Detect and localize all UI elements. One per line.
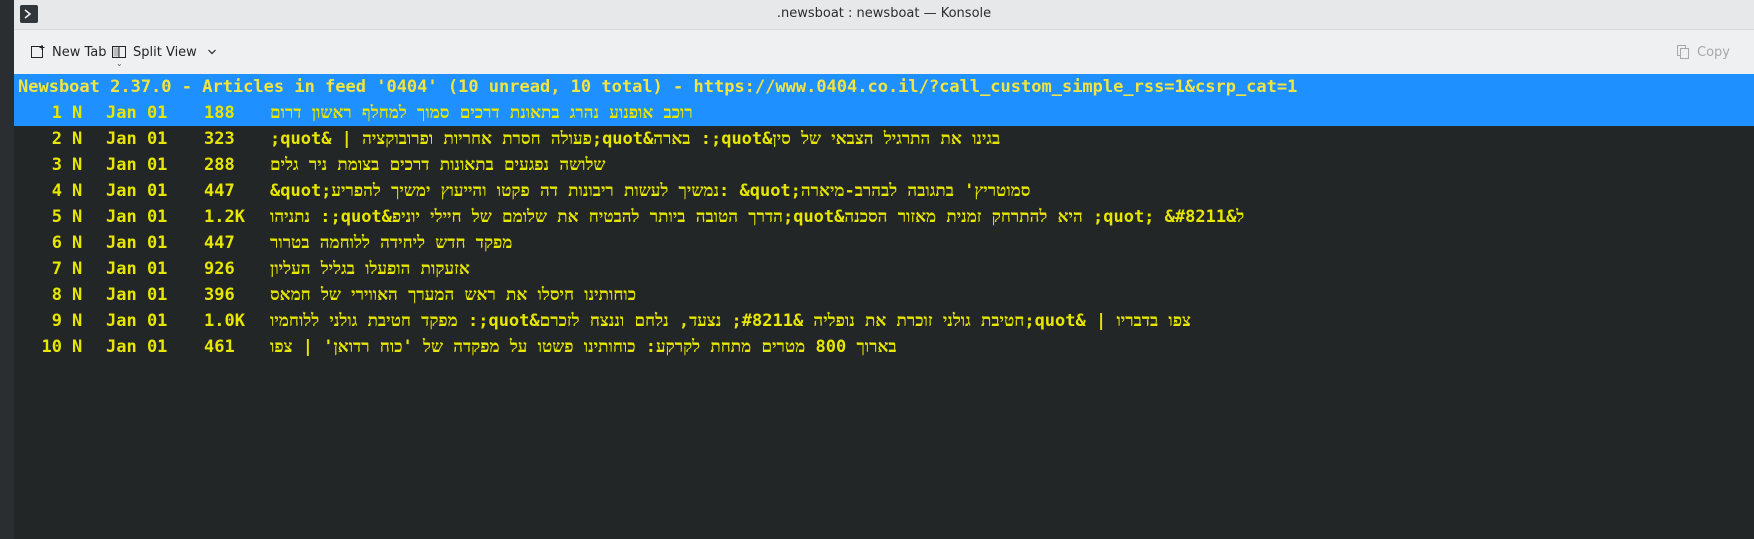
article-size: 926 — [204, 259, 235, 279]
chevron-down-icon[interactable] — [207, 47, 217, 57]
article-size: 188 — [204, 103, 235, 123]
article-title: בגינו את התרגיל הצבאי של סין&quot;: בארה… — [270, 129, 1001, 149]
article-title: &quot;נמשיך לעשות ריבונות דה פקטו והייעו… — [270, 181, 1031, 201]
copy-icon — [1675, 44, 1691, 60]
unread-flag: N — [72, 103, 83, 123]
split-view-icon — [111, 44, 127, 60]
article-date: Jan 01 — [106, 259, 168, 279]
article-title: שלושה נפגעים בתאונות דרכים בצומת ניר גלי… — [270, 155, 606, 175]
unread-flag: N — [72, 337, 83, 357]
article-date: Jan 01 — [106, 207, 168, 227]
split-view-button[interactable]: Split View — [111, 40, 217, 64]
article-row[interactable]: 9 N Jan 01 1.0K צפו בדבריו | &quot;חטיבת גול… — [14, 308, 1754, 334]
article-row[interactable]: 7 N Jan 01 926 אזעקות הופעלו בגליל העליון — [14, 256, 1754, 282]
article-index: 2 — [51, 129, 62, 149]
left-panel-strip — [0, 0, 14, 539]
feed-header: Newsboat 2.37.0 - Articles in feed '0404… — [14, 74, 1754, 100]
unread-flag: N — [72, 233, 83, 253]
article-row[interactable]: 5 N Jan 01 1.2K ל&quot; &#8211; היא להתרחק ז… — [14, 204, 1754, 230]
article-title: אזעקות הופעלו בגליל העליון — [270, 259, 470, 279]
article-index: 10 — [41, 337, 62, 357]
article-date: Jan 01 — [106, 285, 168, 305]
article-title: צפו בדבריו | &quot;חטיבת גולני זוכרת את … — [270, 311, 1191, 331]
article-date: Jan 01 — [106, 233, 168, 253]
article-title: כוחותינו חיסלו את ראש המערך האווירי של ח… — [270, 285, 637, 305]
article-index: 1 — [51, 103, 62, 123]
toolbar: New Tab ⌄ Split View Copy — [14, 30, 1754, 74]
article-date: Jan 01 — [106, 337, 168, 357]
article-title: בארוך 800 מטרים מתחת לקרקע: כוחותינו פשט… — [270, 337, 897, 357]
article-row[interactable]: 6 N Jan 01 447 מפקד חדש ליחידה ללוחמה בטרור — [14, 230, 1754, 256]
unread-flag: N — [72, 207, 83, 227]
article-size: 323 — [204, 129, 235, 149]
split-view-label: Split View — [133, 44, 197, 60]
article-index: 3 — [51, 155, 62, 175]
window-title: .newsboat : newsboat — Konsole — [776, 6, 992, 21]
article-size: 447 — [204, 181, 235, 201]
article-date: Jan 01 — [106, 155, 168, 175]
article-size: 447 — [204, 233, 235, 253]
article-index: 6 — [51, 233, 62, 253]
article-size: 1.2K — [204, 207, 245, 227]
article-index: 8 — [51, 285, 62, 305]
new-tab-button[interactable]: New Tab — [30, 40, 107, 64]
article-row[interactable]: 1 N Jan 01 188 רוכב אופנוע נהרג בתאונת דרכים… — [14, 100, 1754, 126]
title-bar[interactable]: .newsboat : newsboat — Konsole — [14, 0, 1754, 30]
article-size: 1.0K — [204, 311, 245, 331]
article-index: 7 — [51, 259, 62, 279]
konsole-window: .newsboat : newsboat — Konsole New Tab ⌄… — [0, 0, 1754, 539]
unread-flag: N — [72, 259, 83, 279]
article-size: 288 — [204, 155, 235, 175]
article-row[interactable]: 3 N Jan 01 288 שלושה נפגעים בתאונות דרכים בצ… — [14, 152, 1754, 178]
article-title: רוכב אופנוע נהרג בתאונת דרכים סמוך למחלף… — [270, 103, 693, 123]
article-row[interactable]: 10 N Jan 01 461 בארוך 800 מטרים מתחת לקרקע: … — [14, 334, 1754, 360]
article-size: 461 — [204, 337, 235, 357]
unread-flag: N — [72, 311, 83, 331]
article-date: Jan 01 — [106, 181, 168, 201]
unread-flag: N — [72, 285, 83, 305]
unread-flag: N — [72, 129, 83, 149]
copy-label: Copy — [1697, 44, 1730, 60]
article-row[interactable]: 2 N Jan 01 323 בגינו את התרגיל הצבאי של סין&… — [14, 126, 1754, 152]
new-tab-icon — [30, 44, 46, 60]
article-size: 396 — [204, 285, 235, 305]
article-row[interactable]: 4 N Jan 01 447 &quot;נמשיך לעשות ריבונות דה … — [14, 178, 1754, 204]
copy-button[interactable]: Copy — [1675, 40, 1730, 64]
article-index: 9 — [51, 311, 62, 331]
article-date: Jan 01 — [106, 103, 168, 123]
unread-flag: N — [72, 155, 83, 175]
article-index: 4 — [51, 181, 62, 201]
article-date: Jan 01 — [106, 311, 168, 331]
terminal-area[interactable]: Newsboat 2.37.0 - Articles in feed '0404… — [14, 74, 1754, 539]
new-tab-label: New Tab — [52, 44, 107, 60]
unread-flag: N — [72, 181, 83, 201]
article-index: 5 — [51, 207, 62, 227]
article-title: ל&quot; &#8211; היא להתרחק זמנית מאזור ה… — [270, 207, 1245, 227]
article-date: Jan 01 — [106, 129, 168, 149]
article-title: מפקד חדש ליחידה ללוחמה בטרור — [270, 233, 513, 253]
article-row[interactable]: 8 N Jan 01 396 כוחותינו חיסלו את ראש המערך ה… — [14, 282, 1754, 308]
